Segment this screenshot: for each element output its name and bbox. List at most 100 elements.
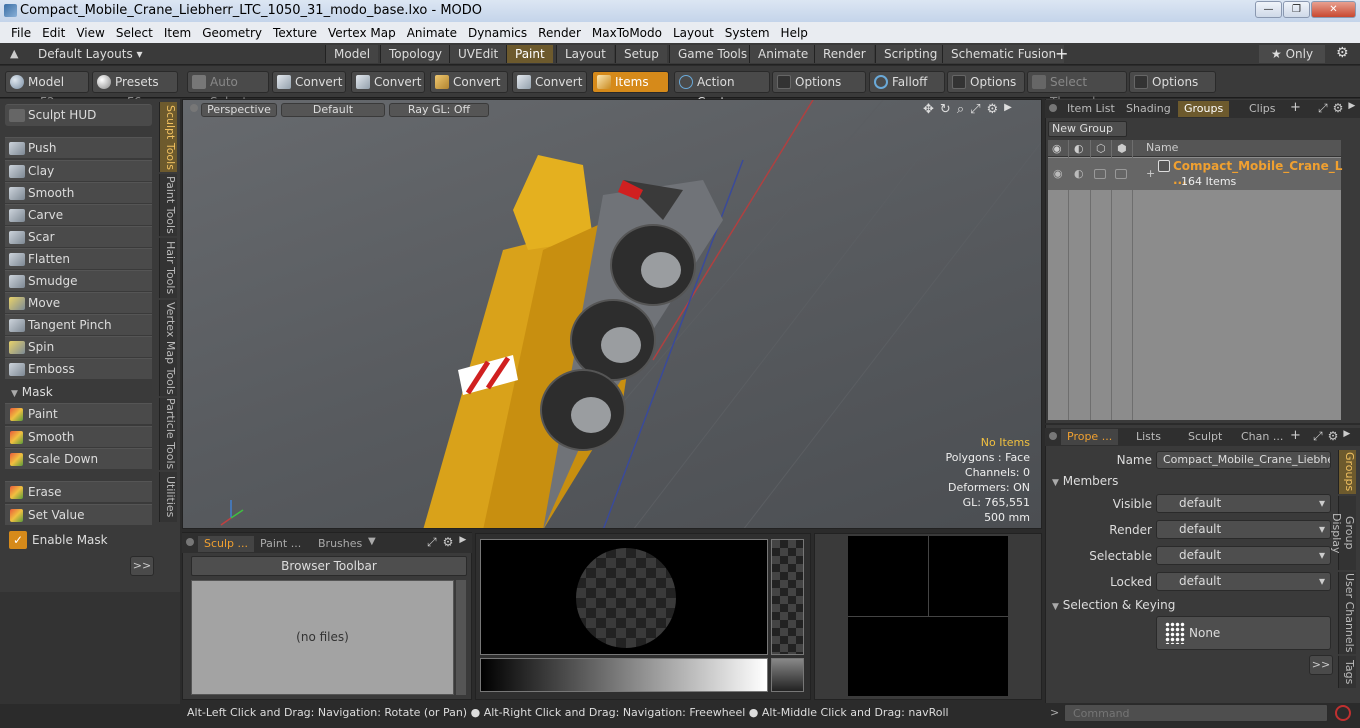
tab-layout[interactable]: Layout	[556, 45, 614, 63]
locked-dropdown[interactable]: default	[1156, 572, 1331, 591]
panel-arrow-icon[interactable]: ▶	[1343, 429, 1350, 444]
file-browser-area[interactable]: (no files)	[191, 580, 454, 695]
zoom-view-icon[interactable]: ⌕	[957, 102, 964, 117]
side-tab-user-channels[interactable]: User Channels	[1338, 572, 1356, 654]
row-visibility-icon[interactable]: ◉	[1053, 167, 1063, 180]
tab-game-tools[interactable]: Game Tools	[669, 45, 756, 63]
convert-polygons-button[interactable]: Convert	[430, 71, 508, 93]
model-mode-button[interactable]: Model F2	[5, 71, 89, 109]
sculpt-hud-button[interactable]: Sculpt HUD	[5, 104, 152, 126]
action-center-button[interactable]: Action Center	[674, 71, 770, 109]
tool-tangent-pinch[interactable]: Tangent Pinch	[5, 314, 152, 335]
falloff-button[interactable]: Falloff	[869, 71, 945, 93]
tab-properties[interactable]: Prope ...	[1061, 429, 1119, 445]
vtab-vertex-map-tools[interactable]: Vertex Map Tools	[159, 300, 177, 396]
menu-file[interactable]: File	[11, 26, 31, 40]
action-center-options-button[interactable]: Options	[772, 71, 866, 93]
menu-view[interactable]: View	[76, 26, 104, 40]
convert-vertices-button[interactable]: Convert	[272, 71, 346, 93]
menu-texture[interactable]: Texture	[273, 26, 317, 40]
menu-animate[interactable]: Animate	[407, 26, 457, 40]
tabs-dropdown-icon[interactable]: ▼	[368, 536, 376, 547]
tab-scripting[interactable]: Scripting	[875, 45, 946, 63]
side-tab-groups[interactable]: Groups	[1338, 450, 1356, 494]
name-input[interactable]: Compact_Mobile_Crane_Liebherr_	[1156, 451, 1331, 469]
row-render-icon[interactable]: ◐	[1074, 167, 1084, 180]
tab-groups[interactable]: Groups	[1178, 101, 1230, 117]
mask-section-header[interactable]: ▼ Mask	[5, 383, 155, 401]
menu-geometry[interactable]: Geometry	[202, 26, 262, 40]
tool-clay[interactable]: Clay	[5, 160, 152, 181]
panel-gear-icon[interactable]: ⚙	[1333, 101, 1344, 116]
tool-scar[interactable]: Scar	[5, 226, 152, 247]
auto-select-button[interactable]: Auto Select	[187, 71, 269, 109]
texture-preview-strip[interactable]	[771, 539, 804, 655]
tool-smooth[interactable]: Smooth	[5, 182, 152, 203]
groups-scrollbar[interactable]	[1343, 140, 1356, 420]
enable-mask-checkbox[interactable]: ✓ Enable Mask	[5, 529, 155, 551]
tab-model[interactable]: Model	[325, 45, 379, 63]
tab-item-list[interactable]: Item List	[1061, 101, 1121, 117]
tool-emboss[interactable]: Emboss	[5, 358, 152, 379]
menu-edit[interactable]: Edit	[42, 26, 65, 40]
vtab-paint-tools[interactable]: Paint Tools	[159, 174, 177, 236]
expand-icon[interactable]: ⤢	[1313, 429, 1323, 444]
tab-render[interactable]: Render	[814, 45, 874, 63]
tab-animate[interactable]: Animate	[749, 45, 817, 63]
menu-layout[interactable]: Layout	[673, 26, 714, 40]
only-toggle[interactable]: ★ Only	[1259, 45, 1325, 63]
viewport-menu-dot[interactable]	[190, 104, 198, 112]
row-lock-checkbox[interactable]	[1094, 169, 1106, 179]
set-value-button[interactable]: Set Value	[5, 504, 152, 525]
browser-toolbar-button[interactable]: Browser Toolbar	[191, 556, 467, 576]
3d-viewport[interactable]	[182, 99, 1042, 529]
items-mode-button[interactable]: Items 5	[592, 71, 669, 109]
group-row[interactable]: ◉ ◐ + Compact_Mobile_Crane_Li ... 164 It…	[1048, 158, 1347, 190]
mask-tool-scale-down[interactable]: Scale Down	[5, 448, 152, 469]
panel-arrow-icon[interactable]: ▶	[1348, 101, 1355, 116]
side-tab-tags[interactable]: Tags	[1338, 656, 1356, 688]
close-button[interactable]: ✕	[1311, 1, 1356, 18]
browser-scrollbar[interactable]	[456, 580, 466, 695]
name-column-header[interactable]: Name	[1146, 141, 1178, 154]
record-macro-icon[interactable]	[1335, 705, 1351, 721]
tool-spin[interactable]: Spin	[5, 336, 152, 357]
members-section-header[interactable]: ▼ Members	[1052, 474, 1118, 488]
color-swatch[interactable]	[771, 658, 804, 692]
lock-icon[interactable]: ⬡	[1096, 142, 1106, 155]
viewport-arrow-icon[interactable]: ▶	[1004, 102, 1012, 117]
move-view-icon[interactable]: ✥	[923, 102, 934, 117]
menu-system[interactable]: System	[725, 26, 770, 40]
fit-view-icon[interactable]: ⤢	[970, 102, 980, 117]
visible-dropdown[interactable]: default	[1156, 494, 1331, 513]
expand-icon[interactable]: ⤢	[427, 535, 437, 550]
raygl-toggle[interactable]: Ray GL: Off	[389, 103, 489, 117]
presets-button[interactable]: Presets F6	[92, 71, 178, 109]
tab-sculpt[interactable]: Sculpt	[1182, 429, 1228, 445]
panel-menu-dot[interactable]	[186, 538, 194, 546]
selection-keying-section-header[interactable]: ▼ Selection & Keying	[1052, 598, 1175, 612]
vtab-hair-tools[interactable]: Hair Tools	[159, 238, 177, 298]
menu-help[interactable]: Help	[781, 26, 808, 40]
panel-menu-dot[interactable]	[1049, 104, 1057, 112]
tab-uvedit[interactable]: UVEdit	[449, 45, 507, 63]
viewport-gear-icon[interactable]: ⚙	[987, 102, 999, 117]
vtab-sculpt-tools[interactable]: Sculpt Tools	[159, 102, 177, 172]
tab-schematic-fusion[interactable]: Schematic Fusion	[942, 45, 1065, 63]
tool-smudge[interactable]: Smudge	[5, 270, 152, 291]
row-select-checkbox[interactable]	[1115, 169, 1127, 179]
perspective-dropdown[interactable]: Perspective	[201, 103, 277, 117]
panel-menu-dot[interactable]	[1049, 432, 1057, 440]
tab-shading[interactable]: Shading	[1120, 101, 1177, 117]
expand-icon[interactable]: ⤢	[1318, 101, 1328, 116]
properties-more-button[interactable]: >>	[1309, 655, 1333, 675]
command-input[interactable]	[1064, 704, 1328, 722]
selection-set-button[interactable]: None	[1156, 616, 1331, 650]
visibility-eye-icon[interactable]: ◉	[1052, 142, 1062, 155]
render-icon[interactable]: ◐	[1074, 142, 1084, 155]
gradient-ramp[interactable]	[480, 658, 768, 692]
tool-move[interactable]: Move	[5, 292, 152, 313]
layout-collapse-icon[interactable]: ▲	[10, 47, 18, 60]
menu-vertex-map[interactable]: Vertex Map	[328, 26, 396, 40]
mask-tool-smooth[interactable]: Smooth	[5, 426, 152, 447]
